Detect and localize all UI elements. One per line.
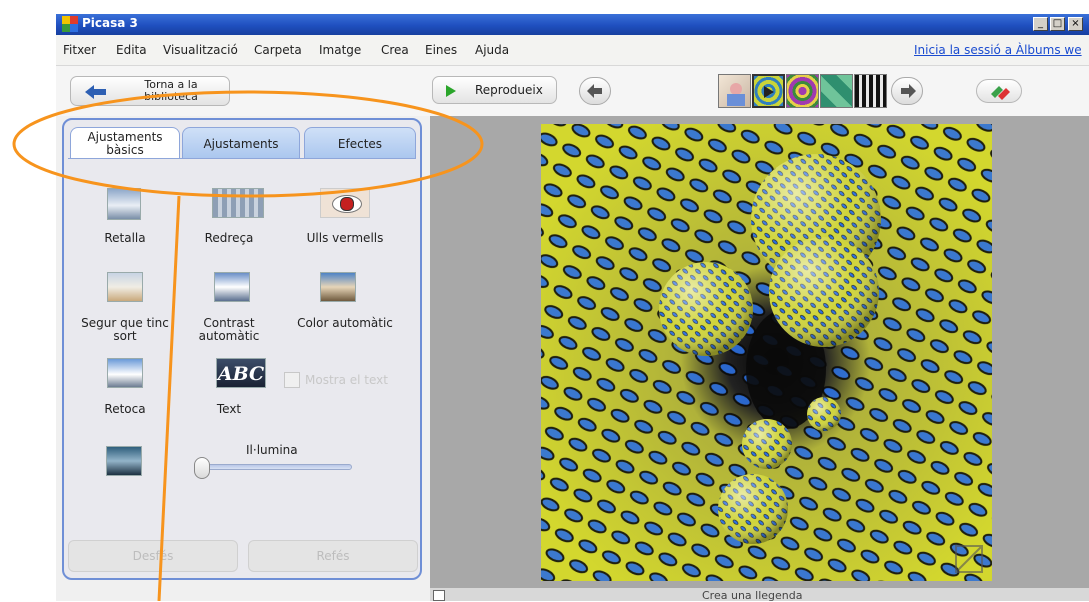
share-icon — [991, 86, 1010, 100]
title-bar: Picasa 3 _ □ × — [56, 14, 1089, 35]
fill-light-preview — [106, 446, 142, 476]
callout-line — [157, 196, 181, 601]
menu-bar: Fitxer Edita Visualització Carpeta Imatg… — [56, 35, 1089, 66]
filmstrip-thumb-1[interactable] — [718, 74, 751, 108]
menu-create[interactable]: Crea — [381, 43, 409, 57]
next-arrow-icon — [901, 84, 916, 98]
retouch-icon — [107, 358, 143, 388]
auto-color-tool[interactable]: Color automàtic — [290, 272, 400, 352]
glass-sphere-6 — [718, 474, 788, 544]
app-icon — [62, 16, 78, 32]
thumb-body — [727, 94, 745, 106]
caption-placeholder: Crea una llegenda — [702, 589, 803, 602]
glass-sphere-2 — [659, 262, 753, 356]
signin-link[interactable]: Inicia la sessió a Àlbums we — [914, 43, 1082, 57]
glass-sphere-3 — [769, 237, 879, 347]
fill-light-slider-handle[interactable] — [194, 457, 210, 479]
text-label: Text — [216, 402, 242, 416]
window-title: Picasa 3 — [82, 16, 138, 30]
menu-file[interactable]: Fitxer — [63, 43, 96, 57]
redeye-label: Ulls vermells — [306, 231, 384, 245]
fill-light-slider-track[interactable] — [204, 464, 352, 470]
menu-picture[interactable]: Imatge — [319, 43, 361, 57]
auto-color-label: Color automàtic — [297, 316, 393, 330]
filmstrip-thumb-3[interactable] — [786, 74, 819, 108]
filmstrip-thumb-5[interactable] — [854, 74, 887, 108]
caption-bar[interactable]: Crea una llegenda — [430, 588, 1089, 601]
redo-button[interactable]: Refés — [248, 540, 418, 572]
fill-light-label: Il·lumina — [246, 443, 298, 457]
filmstrip-thumb-4[interactable] — [820, 74, 853, 108]
caption-toggle-icon[interactable] — [433, 590, 445, 601]
show-text-label: Mostra el text — [305, 373, 388, 387]
menu-edit[interactable]: Edita — [116, 43, 147, 57]
auto-contrast-tool[interactable]: Contrast automàtic — [184, 272, 274, 352]
close-button[interactable]: × — [1068, 17, 1083, 31]
photo-view[interactable] — [541, 124, 992, 581]
previous-photo-button[interactable] — [579, 77, 611, 105]
text-icon: ABC — [216, 358, 266, 388]
prev-arrow-icon — [587, 84, 602, 98]
menu-tools[interactable]: Eines — [425, 43, 457, 57]
minimize-button[interactable]: _ — [1033, 17, 1048, 31]
highlight-ellipse — [12, 90, 484, 198]
filmstrip-thumb-2-selected[interactable] — [752, 74, 785, 108]
menu-folder[interactable]: Carpeta — [254, 43, 302, 57]
maximize-button[interactable]: □ — [1050, 17, 1065, 31]
glass-sphere-5 — [742, 419, 792, 469]
share-button[interactable] — [976, 79, 1022, 103]
auto-contrast-label-2: automàtic — [198, 329, 260, 343]
straighten-label: Redreça — [204, 231, 254, 245]
play-overlay-icon — [764, 86, 774, 98]
auto-color-icon — [320, 272, 356, 302]
glass-sphere-4 — [807, 397, 841, 431]
menu-view[interactable]: Visualització — [163, 43, 238, 57]
feeling-lucky-icon — [107, 272, 143, 302]
show-text-checkbox[interactable] — [284, 372, 300, 388]
next-photo-button[interactable] — [891, 77, 923, 105]
auto-contrast-icon — [214, 272, 250, 302]
text-tool[interactable]: ABC Text — [184, 358, 274, 418]
menu-help[interactable]: Ajuda — [475, 43, 509, 57]
